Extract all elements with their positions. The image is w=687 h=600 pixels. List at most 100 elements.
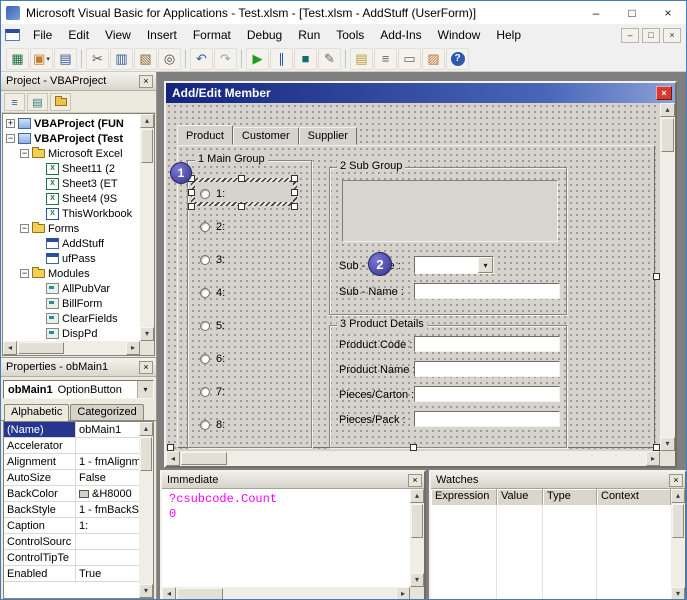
tree-item-thisworkbook[interactable]: XThisWorkbook <box>3 206 140 221</box>
page-tab-supplier[interactable]: Supplier <box>299 127 357 145</box>
save-icon[interactable]: ▤ <box>54 48 77 70</box>
product-name-textbox[interactable] <box>414 361 560 377</box>
menu-insert[interactable]: Insert <box>139 25 185 45</box>
collapse-icon[interactable]: − <box>6 134 15 143</box>
immediate-horizontal-scrollbar[interactable] <box>162 587 410 599</box>
menu-help[interactable]: Help <box>488 25 529 45</box>
scroll-up-icon[interactable] <box>660 103 675 117</box>
selection-handle[interactable] <box>188 189 195 196</box>
paste-icon[interactable]: ▧ <box>134 48 157 70</box>
scrollbar-thumb[interactable] <box>18 342 64 354</box>
tree-item-forms[interactable]: −Forms <box>3 221 140 236</box>
property-row-controltipte[interactable]: ControlTipTe <box>4 550 139 566</box>
main-group-frame[interactable]: 1 Main Group 1:2:3:4:5:6:7:8: <box>187 160 312 448</box>
property-value[interactable] <box>76 438 139 453</box>
properties-tab-categorized[interactable]: Categorized <box>70 404 143 420</box>
scroll-down-icon[interactable] <box>140 327 154 341</box>
tree-item-sheet11-2[interactable]: XSheet11 (2 <box>3 161 140 176</box>
tree-item-allpubvar[interactable]: AllPubVar <box>3 281 140 296</box>
scroll-right-icon[interactable] <box>126 341 140 355</box>
selection-handle[interactable] <box>188 203 195 210</box>
property-value[interactable]: 1 - fmBackS <box>76 502 139 517</box>
scroll-up-icon[interactable] <box>140 114 154 128</box>
selection-handle[interactable] <box>291 203 298 210</box>
selection-handle[interactable] <box>291 189 298 196</box>
menu-view[interactable]: View <box>97 25 139 45</box>
object-browser-icon[interactable]: ▭ <box>398 48 421 70</box>
design-mode-icon[interactable]: ✎ <box>318 48 341 70</box>
project-panel-header[interactable]: Project - VBAProject × <box>1 72 156 91</box>
property-value[interactable] <box>76 550 139 565</box>
break-icon[interactable]: ∥ <box>270 48 293 70</box>
selection-handle[interactable] <box>238 175 245 182</box>
help-icon[interactable]: ? <box>446 48 469 70</box>
scroll-down-icon[interactable] <box>410 573 424 587</box>
combobox-dropdown-icon[interactable] <box>137 381 153 398</box>
scrollbar-thumb[interactable] <box>140 437 152 471</box>
titlebar[interactable]: Microsoft Visual Basic for Applications … <box>1 1 686 24</box>
designer-vertical-scrollbar[interactable] <box>660 103 675 451</box>
designer-horizontal-scrollbar[interactable] <box>166 451 660 466</box>
option-button-8[interactable]: 8: <box>188 408 311 441</box>
child-restore-button[interactable]: □ <box>642 28 660 43</box>
scroll-right-icon[interactable] <box>396 587 410 599</box>
undo-icon[interactable]: ↶ <box>190 48 213 70</box>
property-value[interactable]: True <box>76 566 139 581</box>
scroll-left-icon[interactable] <box>3 341 17 355</box>
selection-handle[interactable] <box>291 175 298 182</box>
property-value[interactable]: obMain1 <box>76 422 139 437</box>
collapse-icon[interactable]: − <box>20 149 29 158</box>
pieces-carton-textbox[interactable] <box>414 386 560 402</box>
product-details-frame[interactable]: 3 Product Details Product Code :Product … <box>329 325 567 448</box>
menu-add-ins[interactable]: Add-Ins <box>372 25 429 45</box>
property-row-controlsourc[interactable]: ControlSourc <box>4 534 139 550</box>
property-value[interactable]: 1 - fmAlignm <box>76 454 139 469</box>
project-tree-vertical-scrollbar[interactable] <box>140 114 154 341</box>
scroll-down-icon[interactable] <box>660 437 675 451</box>
immediate-titlebar[interactable]: Immediate × <box>162 472 424 489</box>
option-button-6[interactable]: 6: <box>188 342 311 375</box>
immediate-close-button[interactable]: × <box>408 474 422 487</box>
tree-item-ufpass[interactable]: ufPass <box>3 251 140 266</box>
property-row-alignment[interactable]: Alignment1 - fmAlignm <box>4 454 139 470</box>
scroll-up-icon[interactable] <box>410 489 424 503</box>
menu-format[interactable]: Format <box>185 25 239 45</box>
copy-icon[interactable]: ▥ <box>110 48 133 70</box>
toggle-folders-button[interactable] <box>50 93 71 111</box>
option-button-5[interactable]: 5: <box>188 309 311 342</box>
property-value[interactable] <box>76 534 139 549</box>
scroll-up-icon[interactable] <box>671 489 685 503</box>
view-object-button[interactable] <box>27 93 48 111</box>
scrollbar-thumb[interactable] <box>141 129 153 163</box>
menu-tools[interactable]: Tools <box>328 25 372 45</box>
scroll-left-icon[interactable] <box>166 451 180 466</box>
pieces-pack-textbox[interactable] <box>414 411 560 427</box>
tree-item-billform[interactable]: BillForm <box>3 296 140 311</box>
form-resize-handle[interactable] <box>167 444 174 451</box>
tree-item-vbaproject-fun[interactable]: +VBAProject (FUN <box>3 116 140 131</box>
tree-item-sheet4-9s[interactable]: XSheet4 (9S <box>3 191 140 206</box>
option-button-4[interactable]: 4: <box>188 276 311 309</box>
property-row-name[interactable]: (Name)obMain1 <box>4 422 139 438</box>
form-resize-handle[interactable] <box>653 444 660 451</box>
child-minimize-button[interactable]: – <box>621 28 639 43</box>
tree-item-microsoft-excel[interactable]: −Microsoft Excel <box>3 146 140 161</box>
property-row-backstyle[interactable]: BackStyle1 - fmBackS <box>4 502 139 518</box>
cut-icon[interactable]: ✂ <box>86 48 109 70</box>
property-row-enabled[interactable]: EnabledTrue <box>4 566 139 582</box>
scrollbar-thumb[interactable] <box>661 118 674 152</box>
view-excel-icon[interactable]: ▦ <box>6 48 29 70</box>
selection-handle[interactable] <box>238 203 245 210</box>
option-button-1[interactable]: 1: <box>188 177 311 210</box>
scrollbar-thumb[interactable] <box>177 588 223 599</box>
scroll-down-icon[interactable] <box>671 587 685 599</box>
property-value[interactable]: False <box>76 470 139 485</box>
scrollbar-thumb[interactable] <box>411 504 423 538</box>
page-tab-customer[interactable]: Customer <box>233 127 299 145</box>
property-value[interactable]: &H8000 <box>76 486 139 501</box>
sub-group-frame[interactable]: 2 Sub Group Sub - Code : Sub - Name : 2 <box>329 167 567 315</box>
watches-titlebar[interactable]: Watches × <box>431 472 685 489</box>
properties-tab-alphabetic[interactable]: Alphabetic <box>4 404 69 421</box>
object-selector-combobox[interactable]: obMain1 OptionButton <box>3 380 154 399</box>
property-row-backcolor[interactable]: BackColor&H8000 <box>4 486 139 502</box>
